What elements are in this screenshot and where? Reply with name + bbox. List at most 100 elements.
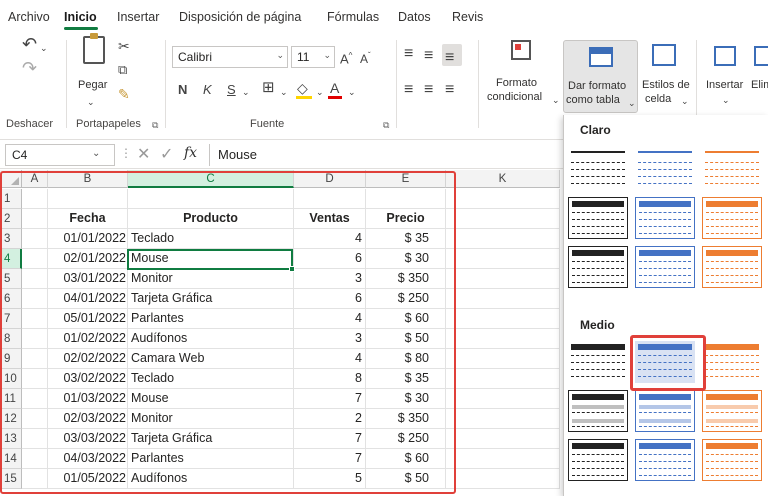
row-header[interactable]: 3	[0, 229, 22, 249]
empty-cell[interactable]	[446, 449, 560, 469]
table-cell[interactable]: $ 250	[366, 429, 446, 449]
empty-cell[interactable]	[446, 349, 560, 369]
table-cell[interactable]: 6	[294, 289, 366, 309]
table-cell[interactable]: $ 350	[366, 409, 446, 429]
row-header[interactable]: 4	[0, 249, 22, 269]
table-style-swatch[interactable]	[635, 246, 695, 288]
row-header[interactable]: 14	[0, 449, 22, 469]
table-cell[interactable]: Precio	[366, 209, 446, 229]
font-size-select[interactable]: 11 ⌄	[291, 46, 335, 68]
table-cell[interactable]: 04/03/2022	[48, 449, 128, 469]
empty-cell[interactable]	[366, 189, 446, 209]
underline-dropdown-icon[interactable]: ⌄	[242, 84, 250, 100]
table-cell[interactable]: Tarjeta Gráfica	[128, 429, 294, 449]
empty-cell[interactable]	[446, 469, 560, 489]
table-cell[interactable]: Parlantes	[128, 309, 294, 329]
clipboard-launcher-icon[interactable]: ⧉	[152, 120, 158, 131]
increase-font-icon[interactable]: A^	[340, 48, 352, 67]
table-cell[interactable]: Tarjeta Gráfica	[128, 289, 294, 309]
empty-cell[interactable]	[446, 389, 560, 409]
table-cell[interactable]: 8	[294, 369, 366, 389]
table-cell[interactable]: 01/02/2022	[48, 329, 128, 349]
align-top-icon[interactable]: ≡	[404, 46, 413, 62]
table-cell[interactable]: Teclado	[128, 369, 294, 389]
empty-cell[interactable]	[22, 189, 48, 209]
redo-icon[interactable]: ↷	[22, 59, 37, 77]
table-style-swatch[interactable]	[568, 246, 628, 288]
table-style-swatch[interactable]	[702, 197, 762, 239]
fill-color-dropdown-icon[interactable]: ⌄	[316, 84, 324, 100]
table-cell[interactable]: 03/02/2022	[48, 369, 128, 389]
table-style-swatch[interactable]	[702, 341, 762, 383]
conditional-format-label-1[interactable]: Formato	[496, 76, 537, 90]
tab-revisar[interactable]: Revis	[452, 10, 483, 24]
insert-cells-icon[interactable]	[714, 46, 736, 66]
table-cell[interactable]: 05/01/2022	[48, 309, 128, 329]
cancel-icon[interactable]: ✕	[137, 144, 150, 164]
paste-icon[interactable]	[83, 33, 105, 64]
chevron-down-icon[interactable]: ⌄	[722, 92, 730, 108]
tab-datos[interactable]: Datos	[398, 10, 431, 24]
row-header[interactable]: 5	[0, 269, 22, 289]
empty-cell[interactable]	[22, 409, 48, 429]
table-cell[interactable]: 7	[294, 429, 366, 449]
table-cell[interactable]: $ 250	[366, 289, 446, 309]
row-header[interactable]: 2	[0, 209, 22, 229]
column-header-b[interactable]: B	[48, 170, 128, 188]
align-left-icon[interactable]: ≡	[404, 82, 413, 98]
empty-cell[interactable]	[22, 309, 48, 329]
table-style-swatch[interactable]	[702, 148, 762, 190]
row-header[interactable]: 8	[0, 329, 22, 349]
empty-cell[interactable]	[22, 229, 48, 249]
empty-cell[interactable]	[22, 349, 48, 369]
more-options-icon[interactable]: ⋮	[120, 146, 132, 160]
row-header[interactable]: 7	[0, 309, 22, 329]
table-cell[interactable]: $ 80	[366, 349, 446, 369]
table-style-swatch[interactable]	[568, 197, 628, 239]
table-cell[interactable]: $ 350	[366, 269, 446, 289]
chevron-down-icon[interactable]: ⌄	[681, 93, 689, 109]
empty-cell[interactable]	[446, 369, 560, 389]
italic-button[interactable]: K	[203, 82, 212, 98]
cell-styles-label-2[interactable]: celda	[645, 92, 671, 106]
table-style-swatch[interactable]	[635, 439, 695, 481]
table-style-swatch[interactable]	[635, 197, 695, 239]
tab-archivo[interactable]: Archivo	[8, 10, 50, 24]
chevron-down-icon[interactable]: ⌄	[92, 148, 100, 159]
table-cell[interactable]: Teclado	[128, 229, 294, 249]
table-style-swatch[interactable]	[635, 390, 695, 432]
table-cell[interactable]: Audífonos	[128, 469, 294, 489]
paste-dropdown-icon[interactable]: ⌄	[87, 94, 95, 110]
table-style-swatch[interactable]	[635, 148, 695, 190]
empty-cell[interactable]	[22, 469, 48, 489]
font-name-select[interactable]: Calibri ⌄	[172, 46, 288, 68]
cut-icon[interactable]: ✂	[118, 38, 130, 54]
tab-formulas[interactable]: Fórmulas	[327, 10, 379, 24]
table-cell[interactable]: 02/03/2022	[48, 409, 128, 429]
font-color-dropdown-icon[interactable]: ⌄	[348, 84, 356, 100]
empty-cell[interactable]	[446, 269, 560, 289]
empty-cell[interactable]	[22, 249, 48, 269]
empty-cell[interactable]	[446, 189, 560, 209]
align-center-icon[interactable]: ≡	[424, 82, 433, 98]
delete-label[interactable]: Elim	[751, 78, 768, 92]
row-header[interactable]: 10	[0, 369, 22, 389]
chevron-down-icon[interactable]: ⌄	[552, 92, 560, 108]
empty-cell[interactable]	[294, 189, 366, 209]
table-cell[interactable]: $ 50	[366, 329, 446, 349]
empty-cell[interactable]	[446, 229, 560, 249]
table-cell[interactable]: 04/01/2022	[48, 289, 128, 309]
table-cell[interactable]: Parlantes	[128, 449, 294, 469]
table-cell[interactable]: Monitor	[128, 409, 294, 429]
table-style-swatch[interactable]	[568, 148, 628, 190]
table-cell[interactable]: Audífonos	[128, 329, 294, 349]
fill-color-icon[interactable]: ◇	[297, 80, 308, 96]
align-middle-icon[interactable]: ≡	[424, 48, 433, 64]
empty-cell[interactable]	[446, 409, 560, 429]
table-cell[interactable]: Mouse	[128, 389, 294, 409]
table-style-swatch[interactable]	[568, 341, 628, 383]
empty-cell[interactable]	[446, 209, 560, 229]
empty-cell[interactable]	[446, 309, 560, 329]
row-header[interactable]: 12	[0, 409, 22, 429]
empty-cell[interactable]	[22, 389, 48, 409]
